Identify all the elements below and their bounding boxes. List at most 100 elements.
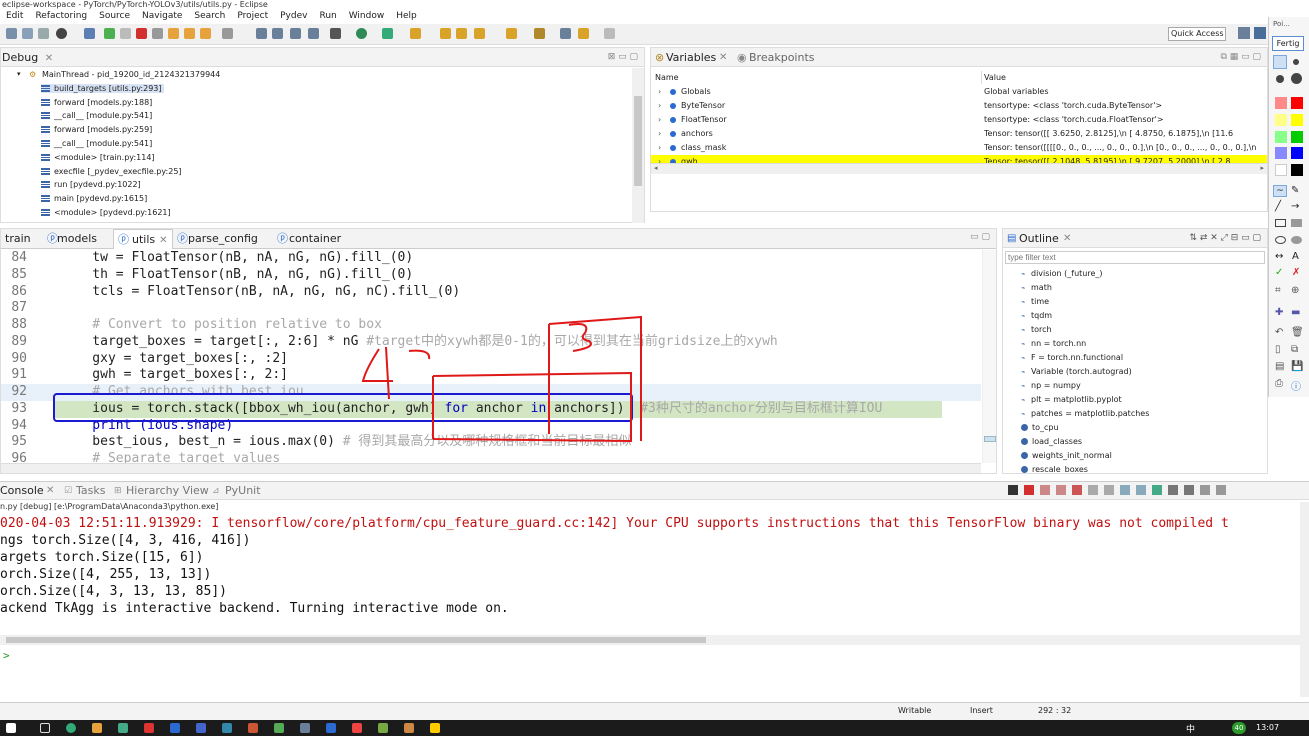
search-icon[interactable] [474, 28, 485, 39]
open-console-icon[interactable] [1184, 485, 1194, 495]
stack-frame[interactable]: build_targets [utils.py:293] [1, 82, 633, 96]
console-horizontal-scrollbar[interactable] [0, 635, 1300, 645]
debug-tab[interactable]: Debug [1, 51, 38, 64]
app-icon[interactable] [66, 723, 76, 733]
cancel-icon[interactable]: ✗ [1292, 267, 1300, 278]
outline-toolbar-icon[interactable]: ⇅ ⇄ ✕ ⤢ ⊟ ▭ ▢ [1189, 229, 1261, 248]
outline-item[interactable]: ⌁ torch [1021, 323, 1052, 337]
minimize-icon[interactable] [1200, 485, 1210, 495]
skip-breakpoints-icon[interactable] [84, 28, 95, 39]
print-icon[interactable]: ⎙ [1275, 378, 1283, 389]
debug-run-icon[interactable] [330, 28, 341, 39]
remove-all-icon[interactable] [1056, 485, 1066, 495]
open-icon[interactable]: ▤ [1275, 361, 1284, 372]
rectangle-icon[interactable] [1275, 219, 1286, 227]
ime-indicator[interactable]: 中 [1186, 722, 1195, 735]
app-icon[interactable] [170, 723, 180, 733]
variable-row[interactable]: › ByteTensor tensortype: <class 'torch.cud… [651, 99, 1267, 113]
suspend-icon[interactable] [120, 28, 131, 39]
fertig-button[interactable]: Fertig [1272, 36, 1304, 51]
last-edit-icon[interactable] [560, 28, 571, 39]
variable-row-highlighted[interactable]: › gwh Tensor: tensor([[ 2.1048, 5.8195],\n… [651, 155, 1267, 163]
outline-function[interactable]: to_cpu [1021, 421, 1059, 435]
console-menu-icon[interactable] [1008, 485, 1018, 495]
white-swatch[interactable] [1275, 164, 1287, 176]
debug-perspective-icon[interactable] [1254, 27, 1266, 39]
blue-swatch[interactable] [1291, 147, 1303, 159]
menu-help[interactable]: Help [390, 9, 423, 24]
stack-frame[interactable]: __call__ [module.py:541] [1, 109, 633, 123]
show-stderr-icon[interactable] [1136, 485, 1146, 495]
debug-scrollbar[interactable] [632, 68, 644, 223]
remove-icon[interactable]: ▬ [1291, 307, 1300, 318]
tab-hierarchy-view[interactable]: Hierarchy View [126, 482, 209, 500]
menu-navigate[interactable]: Navigate [136, 9, 188, 24]
outline-item[interactable]: ⌁ nn = torch.nn [1021, 337, 1086, 351]
disconnect-icon[interactable] [152, 28, 163, 39]
start-icon[interactable] [6, 723, 16, 733]
black-swatch[interactable] [1291, 164, 1303, 176]
pin-console-icon[interactable] [1152, 485, 1162, 495]
thread-node[interactable]: ▾ ⚙ MainThread - pid_19200_id_2124321379… [1, 68, 633, 82]
copy-icon[interactable]: ⧉ [1291, 344, 1298, 355]
eclipse-icon[interactable] [300, 723, 310, 733]
outline-item[interactable]: ⌁ Variable (torch.autograd) [1021, 365, 1132, 379]
text-icon[interactable]: A [1292, 251, 1299, 262]
step-return-icon[interactable] [200, 28, 211, 39]
outline-item[interactable]: ⌁ time [1021, 295, 1049, 309]
tool-icon[interactable] [256, 28, 267, 39]
resume-icon[interactable] [104, 28, 115, 39]
scroll-left-icon[interactable]: ◂ [654, 164, 658, 172]
delete-icon[interactable]: 🗑 [1291, 327, 1304, 338]
small-pen-icon[interactable] [1273, 55, 1287, 69]
maximize-icon[interactable] [1216, 485, 1226, 495]
annotation-icon[interactable] [506, 28, 517, 39]
coverage-icon[interactable] [382, 28, 393, 39]
variable-row[interactable]: › Globals Global variables [651, 85, 1267, 99]
stack-frame[interactable]: <module> [train.py:114] [1, 151, 633, 165]
outline-item[interactable]: ⌁ division (_future_) [1021, 267, 1103, 281]
stack-frame[interactable]: main [pydevd.py:1615] [1, 192, 633, 206]
menu-run[interactable]: Run [313, 9, 342, 24]
chevron-right-icon[interactable]: › [658, 85, 661, 99]
console-vertical-scrollbar[interactable] [1300, 502, 1309, 697]
step-over-icon[interactable] [184, 28, 195, 39]
variable-row[interactable]: › anchors Tensor: tensor([[ 3.6250, 2.8125… [651, 127, 1267, 141]
back-icon[interactable] [578, 28, 589, 39]
line-icon[interactable]: ╱ [1275, 201, 1281, 212]
stack-frame[interactable]: __call__ [module.py:541] [1, 137, 633, 151]
outline-item[interactable]: ⌁ tqdm [1021, 309, 1052, 323]
light-blue-swatch[interactable] [1275, 147, 1287, 159]
chevron-right-icon[interactable]: › [658, 113, 661, 127]
close-icon[interactable]: ✕ [42, 53, 53, 64]
console-prompt[interactable]: > [3, 649, 10, 662]
remove-launch-icon[interactable] [1040, 485, 1050, 495]
menu-refactoring[interactable]: Refactoring [29, 9, 93, 24]
stack-frame[interactable]: forward [models.py:259] [1, 123, 633, 137]
save-icon[interactable]: 💾 [1291, 361, 1303, 372]
tab-outline[interactable]: Outline [1019, 229, 1059, 248]
save-all-icon[interactable] [38, 28, 49, 39]
check-icon[interactable]: ✓ [1275, 267, 1283, 278]
scrollbar-thumb[interactable] [634, 96, 642, 186]
add-icon[interactable]: ✚ [1275, 307, 1283, 318]
save-icon[interactable] [22, 28, 33, 39]
chevron-right-icon[interactable]: › [658, 141, 661, 155]
stack-frame[interactable]: forward [models.py:188] [1, 96, 633, 110]
file-explorer-icon[interactable] [92, 723, 102, 733]
filled-ellipse-icon[interactable] [1291, 236, 1302, 244]
filled-rectangle-icon[interactable] [1291, 219, 1302, 227]
menu-pydev[interactable]: Pydev [274, 9, 313, 24]
menu-search[interactable]: Search [188, 9, 231, 24]
view-controls-icon[interactable]: ⧉ ▦ ▭ ▢ [1220, 48, 1261, 67]
arrow-icon[interactable]: → [1291, 201, 1299, 212]
red-swatch[interactable] [1291, 97, 1303, 109]
chevron-right-icon[interactable]: › [658, 127, 661, 141]
forward-icon[interactable] [604, 28, 615, 39]
app-icon[interactable] [196, 723, 206, 733]
outline-item[interactable]: ⌁ F = torch.nn.functional [1021, 351, 1123, 365]
outline-function[interactable]: rescale_boxes [1021, 463, 1088, 473]
green-swatch[interactable] [1291, 131, 1303, 143]
view-controls-icon[interactable]: ⊠ ▭ ▢ [608, 48, 638, 67]
tab-tasks[interactable]: Tasks [76, 482, 105, 500]
